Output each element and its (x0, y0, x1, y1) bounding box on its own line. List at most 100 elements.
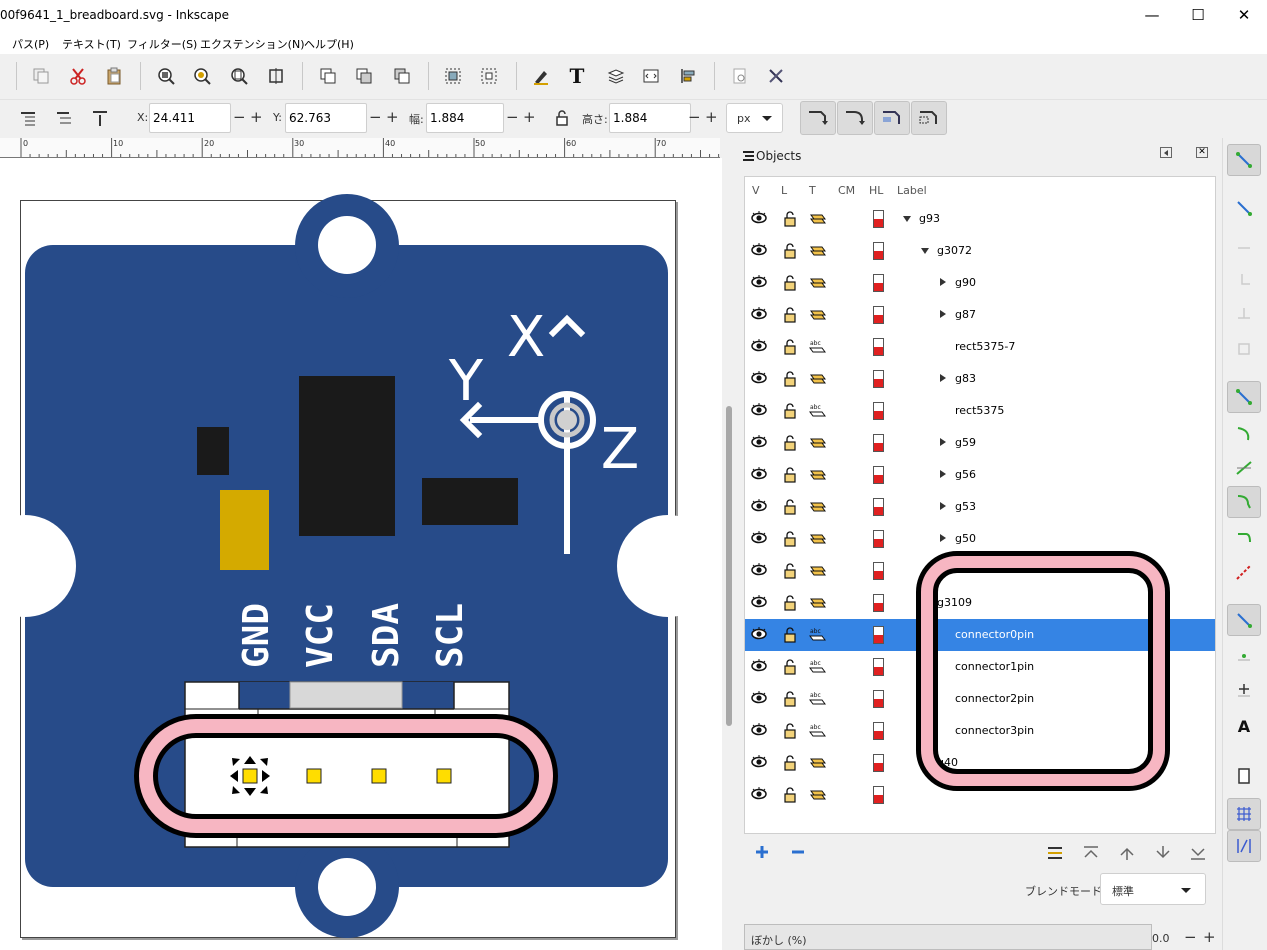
unlocked-icon[interactable] (783, 595, 797, 611)
unlocked-icon[interactable] (783, 627, 797, 643)
tree-row[interactable]: abc rect5375 (745, 395, 1215, 427)
unlocked-icon[interactable] (783, 531, 797, 547)
menu-extensions[interactable]: エクステンション(N) (200, 36, 304, 52)
canvas-vertical-scrollbar[interactable] (722, 158, 736, 950)
lower-object-icon[interactable] (1154, 844, 1172, 866)
tree-row[interactable] (745, 779, 1215, 811)
visible-eye-icon[interactable] (751, 563, 767, 577)
snap-guides-icon[interactable] (1227, 830, 1261, 862)
tree-row[interactable]: abc connector2pin (745, 683, 1215, 715)
y-decrement[interactable]: − (369, 108, 382, 126)
highlight-color-icon[interactable] (873, 242, 884, 260)
snap-nodes-icon[interactable] (1227, 381, 1261, 413)
visible-eye-icon[interactable] (751, 531, 767, 545)
highlight-color-icon[interactable] (873, 530, 884, 548)
zoom-width-icon[interactable] (264, 64, 288, 88)
visible-eye-icon[interactable] (751, 723, 767, 737)
close-button[interactable]: ✕ (1221, 0, 1267, 32)
width-field[interactable]: 1.884 (426, 103, 504, 133)
unlocked-icon[interactable] (783, 467, 797, 483)
tree-row[interactable]: g83 (745, 363, 1215, 395)
menu-help[interactable]: ヘルプ(H) (304, 36, 354, 52)
visible-eye-icon[interactable] (751, 691, 767, 705)
ungroup-icon[interactable] (477, 64, 501, 88)
paste-icon[interactable] (102, 64, 126, 88)
expand-closed-icon[interactable] (940, 534, 946, 542)
visible-eye-icon[interactable] (751, 595, 767, 609)
menu-filters[interactable]: フィルター(S) (127, 36, 197, 52)
remove-object-icon[interactable] (790, 844, 806, 866)
document-properties-icon[interactable] (728, 64, 752, 88)
raise-object-icon[interactable] (1118, 844, 1136, 866)
expand-closed-icon[interactable] (940, 470, 946, 478)
fill-stroke-icon[interactable] (529, 64, 553, 88)
drawing-canvas[interactable]: X Y Z GND VCC SDA SCL (0, 158, 722, 950)
group-icon[interactable] (441, 64, 465, 88)
unlocked-icon[interactable] (783, 723, 797, 739)
copy-icon[interactable] (29, 64, 53, 88)
expand-closed-icon[interactable] (940, 438, 946, 446)
expand-open-icon[interactable] (921, 600, 929, 606)
blur-increment[interactable]: + (1203, 928, 1216, 946)
snap-cusp-nodes-icon[interactable] (1227, 486, 1261, 518)
snap-midpoints-icon[interactable] (1227, 556, 1261, 588)
highlight-color-icon[interactable] (873, 370, 884, 388)
snap-object-center-icon[interactable] (1227, 640, 1261, 672)
visible-eye-icon[interactable] (751, 371, 767, 385)
unlink-clone-icon[interactable] (390, 64, 414, 88)
tree-row[interactable]: g93 (745, 203, 1215, 235)
unlocked-icon[interactable] (783, 755, 797, 771)
unlocked-icon[interactable] (783, 275, 797, 291)
width-increment[interactable]: + (523, 108, 536, 126)
visible-eye-icon[interactable] (751, 755, 767, 769)
snap-intersection-icon[interactable] (1227, 452, 1261, 484)
tree-row[interactable]: g87 (745, 299, 1215, 331)
preferences-icon[interactable] (764, 64, 788, 88)
scrollbar-thumb[interactable] (726, 406, 732, 726)
raise-to-top-icon[interactable] (1082, 844, 1100, 866)
snap-bbox-icon[interactable] (1227, 192, 1261, 224)
unlocked-icon[interactable] (783, 659, 797, 675)
zoom-drawing-icon[interactable] (190, 64, 214, 88)
snap-text-baseline-icon[interactable]: A (1227, 710, 1261, 742)
pin-connector0[interactable] (242, 768, 258, 784)
blend-mode-select[interactable]: 標準 (1100, 873, 1206, 905)
tree-row[interactable]: abc connector1pin (745, 651, 1215, 683)
x-decrement[interactable]: − (233, 108, 246, 126)
height-increment[interactable]: + (705, 108, 718, 126)
unlocked-icon[interactable] (783, 691, 797, 707)
visible-eye-icon[interactable] (751, 243, 767, 257)
tree-row[interactable]: g59 (745, 427, 1215, 459)
visible-eye-icon[interactable] (751, 275, 767, 289)
unlocked-icon[interactable] (783, 307, 797, 323)
unlocked-icon[interactable] (783, 435, 797, 451)
tree-row[interactable]: g3072 (745, 235, 1215, 267)
raise-icon[interactable] (52, 106, 76, 130)
x-increment[interactable]: + (250, 108, 263, 126)
menu-path[interactable]: パス(P) (12, 36, 49, 52)
unlocked-icon[interactable] (783, 563, 797, 579)
unlocked-icon[interactable] (783, 243, 797, 259)
unlocked-icon[interactable] (783, 499, 797, 515)
unlocked-icon[interactable] (783, 339, 797, 355)
highlight-color-icon[interactable] (873, 210, 884, 228)
zoom-selection-icon[interactable] (154, 64, 178, 88)
menu-text[interactable]: テキスト(T) (62, 36, 121, 52)
highlight-color-icon[interactable] (873, 434, 884, 452)
duplicate-icon[interactable] (316, 64, 340, 88)
height-field[interactable]: 1.884 (609, 103, 691, 133)
tree-row[interactable]: abc connector0pin (745, 619, 1215, 651)
y-field[interactable]: 62.763 (285, 103, 367, 133)
visible-eye-icon[interactable] (751, 403, 767, 417)
highlight-color-icon[interactable] (873, 498, 884, 516)
y-increment[interactable]: + (386, 108, 399, 126)
visible-eye-icon[interactable] (751, 211, 767, 225)
blur-value[interactable]: 0.0 (1152, 932, 1170, 945)
layers-icon[interactable] (604, 64, 628, 88)
highlight-color-icon[interactable] (873, 786, 884, 804)
expand-open-icon[interactable] (921, 248, 929, 254)
align-distribute-icon[interactable] (676, 64, 700, 88)
xml-editor-icon[interactable] (639, 64, 663, 88)
highlight-color-icon[interactable] (873, 338, 884, 356)
visible-eye-icon[interactable] (751, 499, 767, 513)
